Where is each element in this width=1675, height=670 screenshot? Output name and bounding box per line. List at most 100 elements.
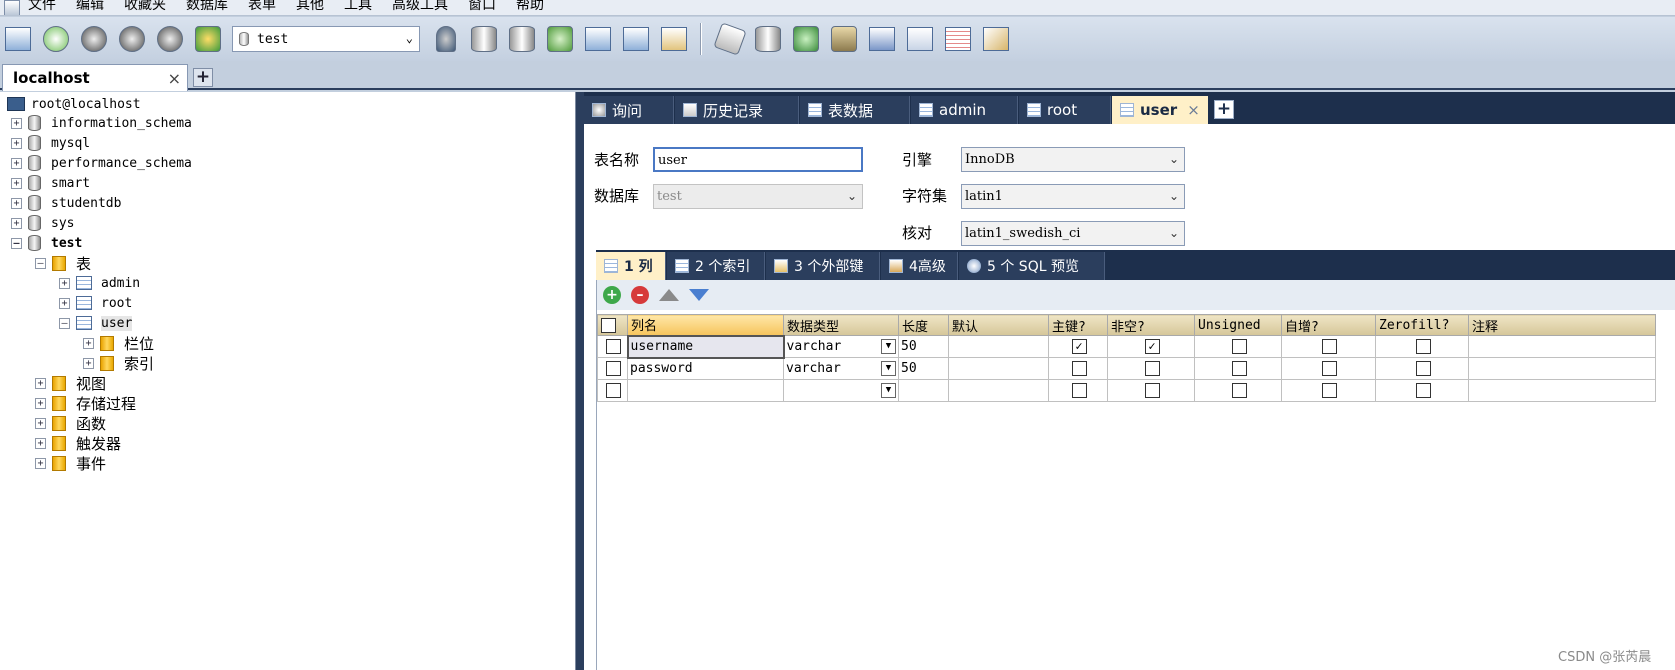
cell-data-type[interactable]: varchar ▼ <box>783 357 899 380</box>
cell-unsigned[interactable] <box>1194 379 1282 402</box>
move-up-button[interactable] <box>659 289 679 301</box>
subtab-columns[interactable]: 1 列 <box>596 252 666 280</box>
schema-sync-button[interactable] <box>866 23 898 55</box>
tree-db-information-schema[interactable]: + information_schema <box>11 113 192 133</box>
tab-root[interactable]: root <box>1019 96 1111 124</box>
subtab-indexes[interactable]: 2 个索引 <box>667 252 765 280</box>
schema-button[interactable] <box>658 23 690 55</box>
row-select-checkbox[interactable] <box>606 361 621 376</box>
expand-icon[interactable]: + <box>83 337 94 349</box>
add-connection-tab-button[interactable]: + <box>193 68 213 87</box>
primary-key-checkbox[interactable]: ✓ <box>1071 339 1087 354</box>
expand-icon[interactable]: + <box>35 417 46 429</box>
cell-comment[interactable] <box>1468 357 1656 380</box>
tab-history[interactable]: 历史记录 <box>675 96 799 124</box>
cell-zerofill[interactable] <box>1375 357 1469 380</box>
cell-data-type[interactable]: varchar ▼ <box>783 335 899 358</box>
header-unsigned[interactable]: Unsigned <box>1194 314 1282 336</box>
expand-icon[interactable]: + <box>11 117 22 129</box>
header-data-type[interactable]: 数据类型 <box>783 314 899 336</box>
row-select-cell[interactable] <box>597 379 628 402</box>
cell-default[interactable] <box>948 335 1049 358</box>
header-auto-increment[interactable]: 自增? <box>1281 314 1376 336</box>
cell-comment[interactable] <box>1468 379 1656 402</box>
menu-file[interactable]: 文件 <box>28 0 56 12</box>
close-icon[interactable]: × <box>168 69 181 88</box>
auto-increment-checkbox[interactable] <box>1322 361 1337 376</box>
sync-db-button[interactable] <box>752 23 784 55</box>
dropdown-arrow-icon[interactable]: ▼ <box>881 361 896 376</box>
tab-user[interactable]: user × <box>1112 96 1208 124</box>
expand-icon[interactable]: + <box>35 457 46 469</box>
menu-table[interactable]: 表单 <box>248 0 276 12</box>
header-zerofill[interactable]: Zerofill? <box>1375 314 1469 336</box>
compare-button[interactable] <box>790 23 822 55</box>
table-row[interactable]: ▼ <box>597 379 1656 402</box>
monitor-button[interactable] <box>904 23 936 55</box>
cell-not-null[interactable] <box>1107 357 1195 380</box>
dropdown-arrow-icon[interactable]: ▼ <box>881 339 896 354</box>
not-null-checkbox[interactable] <box>1144 361 1160 376</box>
expand-icon[interactable]: + <box>59 277 70 289</box>
header-length[interactable]: 长度 <box>898 314 949 336</box>
tree-db-studentdb[interactable]: + studentdb <box>11 193 121 213</box>
cell-unsigned[interactable] <box>1194 357 1282 380</box>
charset-select[interactable]: latin1 ⌄ <box>961 184 1185 209</box>
tree-root-node[interactable]: root@localhost <box>7 94 141 114</box>
connection-tab-localhost[interactable]: localhost × <box>2 64 188 91</box>
report-button[interactable] <box>942 23 974 55</box>
table-name-input[interactable]: user <box>653 147 863 172</box>
tree-folder-events[interactable]: + 事件 <box>35 453 106 473</box>
cell-column-name[interactable]: password <box>627 357 784 380</box>
header-default[interactable]: 默认 <box>948 314 1049 336</box>
tree-folder-triggers[interactable]: + 触发器 <box>35 433 121 453</box>
delete-column-button[interactable]: – <box>631 286 649 304</box>
tree-folder-procedures[interactable]: + 存储过程 <box>35 393 136 413</box>
expand-icon[interactable]: + <box>83 357 94 369</box>
expand-icon[interactable]: + <box>11 217 22 229</box>
cell-not-null[interactable]: ✓ <box>1107 335 1195 358</box>
auto-increment-checkbox[interactable] <box>1322 339 1337 354</box>
restore-button[interactable] <box>506 23 538 55</box>
expand-icon[interactable]: + <box>35 377 46 389</box>
expand-icon[interactable]: + <box>11 137 22 149</box>
not-null-checkbox[interactable] <box>1144 383 1160 398</box>
menu-favorites[interactable]: 收藏夹 <box>124 0 166 12</box>
cell-length[interactable]: 50 <box>898 335 949 358</box>
zerofill-checkbox[interactable] <box>1415 361 1431 376</box>
collapse-icon[interactable]: – <box>11 237 22 249</box>
menu-other[interactable]: 其他 <box>296 0 324 12</box>
tree-folder-views[interactable]: + 视图 <box>35 373 106 393</box>
cell-default[interactable] <box>948 379 1049 402</box>
tree-folder-functions[interactable]: + 函数 <box>35 413 106 433</box>
tree-folder-tables[interactable]: – 表 <box>35 253 91 273</box>
zerofill-checkbox[interactable] <box>1415 383 1431 398</box>
tab-admin[interactable]: admin <box>911 96 1018 124</box>
execute-button[interactable] <box>78 23 110 55</box>
table-row[interactable]: username varchar ▼ 50 ✓ ✓ <box>597 334 1656 359</box>
pane-splitter[interactable] <box>576 92 584 670</box>
stop-button[interactable] <box>154 23 186 55</box>
menu-tools[interactable]: 工具 <box>344 0 372 12</box>
expand-icon[interactable]: + <box>59 297 70 309</box>
cell-comment[interactable] <box>1468 335 1656 358</box>
tree-db-test[interactable]: – test <box>11 233 82 253</box>
tree-db-smart[interactable]: + smart <box>11 173 90 193</box>
expand-icon[interactable]: + <box>11 197 22 209</box>
header-primary-key[interactable]: 主键? <box>1048 314 1108 336</box>
shapes-button[interactable] <box>192 23 224 55</box>
grid-button[interactable] <box>620 23 652 55</box>
cell-unsigned[interactable] <box>1194 335 1282 358</box>
menu-advanced-tools[interactable]: 高级工具 <box>392 0 448 12</box>
primary-key-checkbox[interactable] <box>1071 361 1087 376</box>
tree-folder-indexes[interactable]: + 索引 <box>83 353 154 373</box>
unsigned-checkbox[interactable] <box>1231 383 1247 398</box>
expand-icon[interactable]: + <box>35 397 46 409</box>
menu-help[interactable]: 帮助 <box>516 0 544 12</box>
tab-table-data[interactable]: 表数据 <box>800 96 910 124</box>
designer-button[interactable] <box>980 23 1012 55</box>
header-column-name[interactable]: 列名 <box>627 314 784 336</box>
user-manager-button[interactable] <box>430 23 462 55</box>
engine-select[interactable]: InnoDB ⌄ <box>961 147 1185 172</box>
tab-query[interactable]: 询问 <box>584 96 674 124</box>
